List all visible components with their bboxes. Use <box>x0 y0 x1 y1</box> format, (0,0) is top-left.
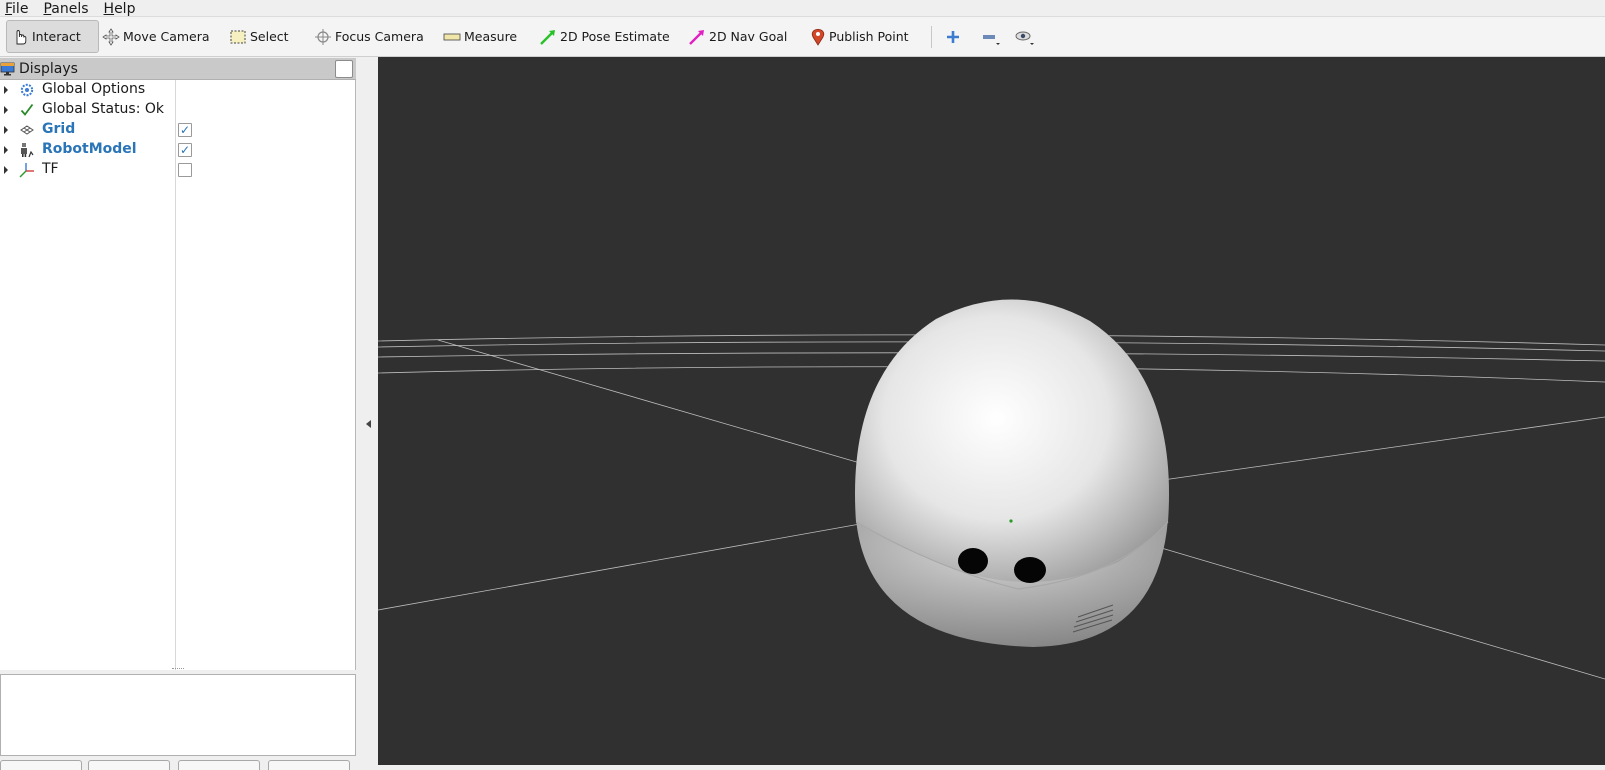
ruler-icon <box>443 33 461 40</box>
collapse-panel-icon[interactable] <box>366 420 371 428</box>
add-display-button[interactable] <box>0 760 82 770</box>
monitor-icon <box>0 62 15 75</box>
vertical-splitter-handle[interactable] <box>172 668 184 671</box>
expand-arrow-icon[interactable] <box>4 86 8 94</box>
scene-canvas[interactable] <box>378 57 1605 765</box>
sensor-left <box>958 548 988 574</box>
remove-tool-button[interactable] <box>980 20 1005 53</box>
gear-icon <box>18 82 36 98</box>
display-row-global-status[interactable]: Global Status: Ok <box>0 100 356 120</box>
tf-origin-dot <box>1009 519 1013 523</box>
display-label: Global Options <box>42 81 146 97</box>
interact-tool-button[interactable]: Interact <box>6 20 99 53</box>
focus-camera-tool-button[interactable]: Focus Camera <box>314 20 424 53</box>
display-row-global-options[interactable]: Global Options <box>0 80 356 100</box>
display-label: TF <box>42 161 59 177</box>
toolbar-separator <box>931 26 932 48</box>
plus-icon <box>947 30 959 43</box>
display-label: Grid <box>42 121 76 137</box>
display-row-tf[interactable]: TF <box>0 160 356 180</box>
robot-model <box>855 299 1170 647</box>
displays-tree: Global Options Global Status: Ok Grid ✓ <box>0 80 356 670</box>
display-row-robotmodel[interactable]: RobotModel ✓ <box>0 140 356 160</box>
grid-icon <box>18 122 36 138</box>
duplicate-display-button[interactable] <box>88 760 170 770</box>
panel-splitter[interactable] <box>356 58 378 765</box>
expand-arrow-icon[interactable] <box>4 106 8 114</box>
green-arrow-icon <box>540 29 555 45</box>
measure-label: Measure <box>464 29 518 44</box>
axes-icon <box>18 162 36 178</box>
expand-arrow-icon[interactable] <box>4 166 8 174</box>
focus-camera-label: Focus Camera <box>335 29 424 44</box>
map-pin-icon <box>811 28 825 46</box>
robotmodel-enabled-checkbox[interactable]: ✓ <box>178 143 192 157</box>
eye-icon <box>1015 31 1034 45</box>
checkmark-icon <box>18 102 36 118</box>
rename-display-button[interactable] <box>268 760 350 770</box>
remove-display-button[interactable] <box>178 760 260 770</box>
tools-toolbar: Interact Move Camera Select Focus Camera… <box>0 16 1605 57</box>
interact-label: Interact <box>32 29 81 44</box>
menu-help[interactable]: Help <box>104 2 136 16</box>
magenta-arrow-icon <box>689 29 704 45</box>
display-label: RobotModel <box>42 141 137 157</box>
displays-title: Displays <box>19 60 78 77</box>
render-viewport[interactable] <box>378 57 1605 765</box>
move-arrows-icon <box>102 27 120 46</box>
minus-icon <box>983 34 1000 45</box>
sensor-right <box>1014 557 1046 583</box>
pose-estimate-tool-button[interactable]: 2D Pose Estimate <box>539 20 670 53</box>
publish-point-label: Publish Point <box>829 29 909 44</box>
menu-bar: File Panels Help <box>0 0 1605 16</box>
hand-pointer-icon <box>16 29 27 44</box>
view-options-button[interactable] <box>1014 20 1039 53</box>
displays-panel: Displays Global Options Global Status: O… <box>0 58 356 770</box>
selection-rect-icon <box>230 30 246 43</box>
add-tool-button[interactable] <box>944 20 965 53</box>
property-description-box <box>0 674 356 756</box>
menu-file[interactable]: File <box>5 2 28 16</box>
expand-arrow-icon[interactable] <box>4 126 8 134</box>
pose-estimate-label: 2D Pose Estimate <box>560 29 670 44</box>
select-label: Select <box>250 29 289 44</box>
menu-panels[interactable]: Panels <box>43 2 88 16</box>
grid-enabled-checkbox[interactable]: ✓ <box>178 123 192 137</box>
nav-goal-tool-button[interactable]: 2D Nav Goal <box>688 20 787 53</box>
select-tool-button[interactable]: Select <box>229 20 289 53</box>
measure-tool-button[interactable]: Measure <box>443 20 517 53</box>
display-row-grid[interactable]: Grid ✓ <box>0 120 356 140</box>
move-camera-tool-button[interactable]: Move Camera <box>102 20 210 53</box>
focus-target-icon <box>315 28 331 45</box>
expand-arrow-icon[interactable] <box>4 146 8 154</box>
move-camera-label: Move Camera <box>123 29 210 44</box>
robot-icon <box>18 142 36 158</box>
undock-button[interactable] <box>335 60 353 78</box>
displays-header: Displays <box>0 58 356 80</box>
publish-point-tool-button[interactable]: Publish Point <box>810 20 909 53</box>
nav-goal-label: 2D Nav Goal <box>709 29 788 44</box>
display-label: Global Status: Ok <box>42 101 165 117</box>
tf-enabled-checkbox[interactable] <box>178 163 192 177</box>
